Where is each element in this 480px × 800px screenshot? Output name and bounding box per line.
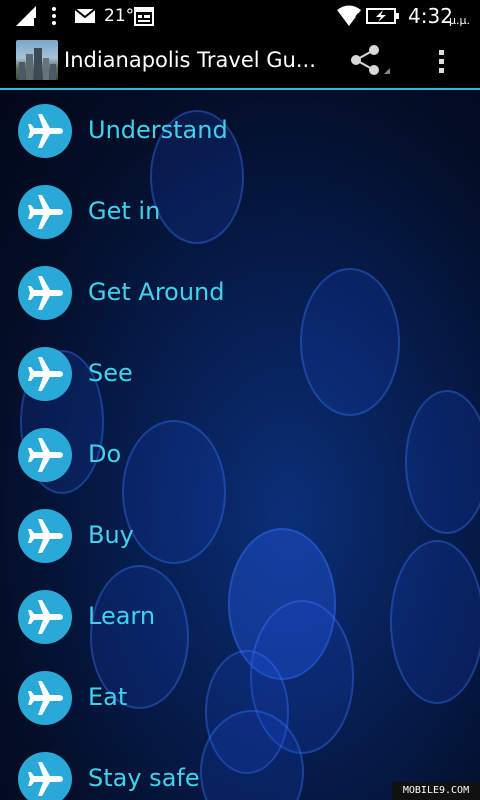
airplane-icon [18, 590, 72, 644]
watermark: MOBILE9.COM [392, 782, 480, 800]
app-logo-icon[interactable] [16, 40, 58, 80]
menu-item-label: Buy [88, 521, 134, 549]
clock-time: 4:32 [408, 4, 453, 28]
overflow-menu-icon [439, 50, 444, 73]
menu-item-label: Do [88, 440, 122, 468]
menu-item-label: Learn [88, 602, 156, 630]
airplane-icon [18, 185, 72, 239]
menu-item-label: Get Around [88, 278, 225, 306]
content-area: Understand Get in Get Around See Do Buy … [0, 90, 480, 800]
airplane-icon [18, 752, 72, 800]
status-bar: 21° 4:32 μ.μ. [0, 0, 480, 32]
airplane-icon [18, 104, 72, 158]
menu-item-label: Get in [88, 197, 161, 225]
airplane-icon [18, 671, 72, 725]
battery-charging-icon [366, 0, 400, 32]
menu-item-do[interactable]: Do [0, 414, 480, 495]
menu-item-understand[interactable]: Understand [0, 90, 480, 171]
menu-item-label: Understand [88, 116, 228, 144]
temperature-text: 21° [104, 6, 135, 26]
airplane-icon [18, 347, 72, 401]
mail-icon [74, 0, 96, 32]
menu-item-label: Eat [88, 683, 128, 711]
action-bar: Indianapolis Travel Gu... [0, 32, 480, 90]
menu-item-get-in[interactable]: Get in [0, 171, 480, 252]
menu-item-learn[interactable]: Learn [0, 576, 480, 657]
overflow-menu-button[interactable] [426, 40, 458, 82]
app-title: Indianapolis Travel Gu... [64, 48, 316, 72]
airplane-icon [18, 509, 72, 563]
airplane-icon [18, 266, 72, 320]
menu-item-eat[interactable]: Eat [0, 657, 480, 738]
menu-item-label: Stay safe [88, 764, 200, 792]
menu-item-label: See [88, 359, 133, 387]
screen: 21° 4:32 μ.μ. Indianapolis Travel Gu... … [0, 0, 480, 800]
menu-item-buy[interactable]: Buy [0, 495, 480, 576]
more-vert-icon [50, 0, 58, 32]
calendar-icon [134, 0, 154, 32]
share-icon [351, 45, 390, 75]
menu-item-get-around[interactable]: Get Around [0, 252, 480, 333]
menu-item-see[interactable]: See [0, 333, 480, 414]
share-button[interactable] [346, 40, 392, 82]
airplane-icon [18, 428, 72, 482]
signal-icon [14, 0, 38, 32]
wifi-icon [336, 0, 362, 32]
